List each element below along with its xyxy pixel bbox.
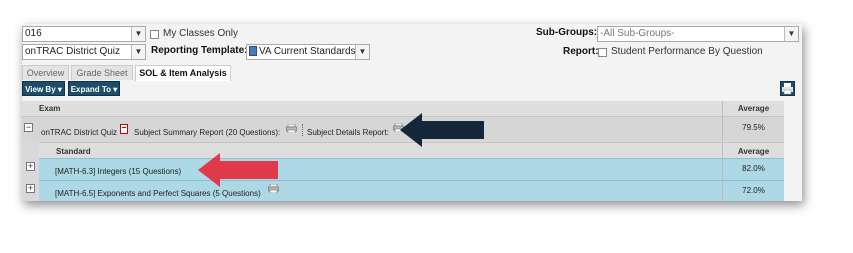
exam-header: Exam	[22, 101, 722, 116]
pdf-icon[interactable]	[120, 124, 128, 134]
standard-average: 72.0%	[722, 180, 784, 201]
chevron-down-icon[interactable]: ▼	[355, 45, 369, 59]
red-arrow	[198, 153, 278, 187]
view-by-button[interactable]: View By ▾	[22, 81, 65, 96]
separator	[302, 124, 304, 136]
print-icon[interactable]	[780, 81, 795, 96]
subgroups-select-value: -All Sub-Groups-	[600, 28, 675, 39]
collapse-icon[interactable]: −	[24, 123, 33, 132]
standard-average-header-bar: Average	[722, 142, 784, 158]
chevron-down-icon[interactable]: ▼	[131, 27, 145, 41]
report-option-label: Student Performance By Question	[611, 46, 763, 57]
tab-grade-sheet[interactable]: Grade Sheet	[71, 65, 133, 80]
average-header-label: Average	[737, 104, 770, 113]
expand-to-button[interactable]: Expand To ▾	[68, 81, 120, 96]
expand-icon[interactable]: +	[26, 184, 35, 193]
reporting-template-label: Reporting Template:	[151, 45, 248, 56]
reporting-template-select[interactable]: VA Current Standards ▼	[246, 44, 370, 60]
reporting-template-value: VA Current Standards	[259, 46, 356, 57]
printer-icon[interactable]	[286, 123, 297, 134]
subgroups-label: Sub-Groups:	[536, 27, 598, 38]
subject-details-link[interactable]: Subject Details Report:	[307, 128, 389, 137]
subject-summary-link[interactable]: Subject Summary Report (20 Questions):	[134, 128, 280, 137]
tab-sol-item-analysis[interactable]: SOL & Item Analysis	[135, 65, 231, 81]
exam-name: onTRAC District Quiz	[41, 128, 118, 137]
standard-average-header-text: Average	[737, 147, 770, 156]
year-select[interactable]: 016 ▼	[22, 26, 146, 42]
exam-header-label: Exam	[39, 104, 61, 113]
year-select-value: 016	[25, 28, 42, 39]
quiz-select[interactable]: onTRAC District Quiz ▼	[22, 44, 146, 60]
standard-header-bar: Standard	[39, 142, 722, 158]
dark-arrow	[400, 113, 484, 147]
standard-row[interactable]: + [MATH-6.3] Integers (15 Questions)	[26, 158, 722, 180]
exam-average: 79.5%	[722, 116, 784, 141]
expand-icon[interactable]: +	[26, 162, 35, 171]
my-classes-label: My Classes Only	[163, 28, 239, 39]
document-icon	[249, 46, 257, 56]
chevron-down-icon[interactable]: ▼	[131, 45, 145, 59]
tab-overview[interactable]: Overview	[22, 65, 69, 80]
report-option-checkbox[interactable]	[598, 48, 607, 57]
standard-average: 82.0%	[722, 158, 784, 180]
chevron-down-icon[interactable]: ▼	[784, 27, 798, 41]
report-label: Report:	[563, 46, 599, 57]
average-header: Average	[722, 101, 784, 116]
standard-label[interactable]: [MATH-6.5] Exponents and Perfect Squares…	[55, 189, 261, 198]
standard-label[interactable]: [MATH-6.3] Integers (15 Questions)	[55, 167, 181, 176]
quiz-select-value: onTRAC District Quiz	[25, 46, 121, 57]
my-classes-checkbox[interactable]	[150, 30, 159, 39]
standard-row[interactable]: + [MATH-6.5] Exponents and Perfect Squar…	[26, 180, 722, 201]
exam-row[interactable]: − onTRAC District Quiz Subject Summary R…	[22, 116, 722, 141]
subgroups-select[interactable]: -All Sub-Groups- ▼	[597, 26, 799, 42]
standard-header-text: Standard	[56, 147, 91, 156]
report-window: 016 ▼ My Classes Only Sub-Groups: -All S…	[22, 24, 802, 201]
